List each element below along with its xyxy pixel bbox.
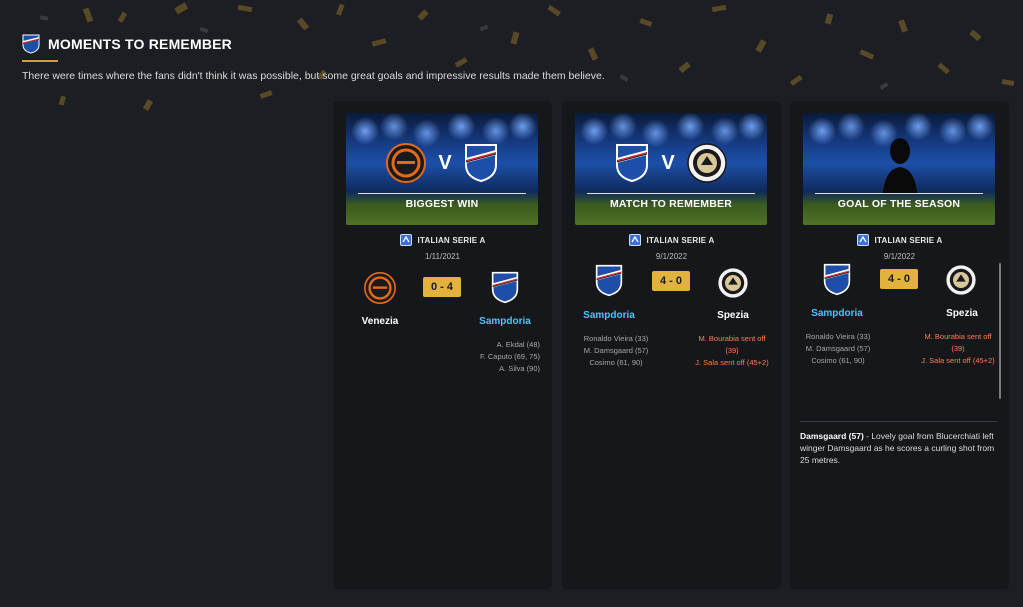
- match-date: 1/11/2021: [425, 252, 460, 261]
- scrollbar[interactable]: [999, 263, 1001, 399]
- competition-name: ITALIAN SERIE A: [417, 235, 486, 245]
- banner-label: BIGGEST WIN: [405, 198, 479, 210]
- away-events: M. Bourabia sent off (39) J. Sala sent o…: [912, 331, 1004, 367]
- venezia-crest-icon: [386, 143, 427, 183]
- title-underline: [22, 60, 58, 62]
- away-team-name[interactable]: Spezia: [693, 310, 773, 321]
- moment-card-match-to-remember[interactable]: V MATCH TO REMEMBER ITALIAN SERIE A 9/1/…: [562, 101, 781, 589]
- player-silhouette-icon: [883, 138, 917, 193]
- versus-label: V: [438, 151, 452, 174]
- serie-a-icon: [856, 234, 869, 246]
- scorer-entry: M. Damsgaard (57): [583, 346, 649, 355]
- moment-card-goal-of-the-season[interactable]: GOAL OF THE SEASON ITALIAN SERIE A 9/1/2…: [790, 101, 1009, 589]
- competition: ITALIAN SERIE A: [562, 234, 781, 246]
- scorer-entry: Ronaldo Vieira (33): [805, 332, 871, 341]
- goal-description: Damsgaard (57) - Lovely goal from Blucer…: [800, 430, 999, 466]
- serie-a-icon: [628, 234, 641, 246]
- serie-a-icon: [399, 234, 412, 246]
- sampdoria-crest-icon: [595, 264, 623, 297]
- sampdoria-crest-icon: [616, 144, 649, 183]
- away-scorers: A. Ekdal (48) F. Caputo (69, 75) A. Silv…: [430, 339, 540, 375]
- score-badge: 4 - 0: [880, 269, 918, 289]
- versus-label: V: [661, 151, 675, 174]
- sampdoria-crest-icon: [823, 263, 851, 296]
- page-subtitle: There were times where the fans didn't t…: [22, 70, 605, 82]
- scorer-entry: Cosimo (61, 90): [811, 356, 865, 365]
- competition: ITALIAN SERIE A: [333, 234, 552, 246]
- sampdoria-crest-icon: [464, 144, 497, 183]
- venezia-crest-icon: [364, 272, 396, 304]
- scorer-entry: A. Ekdal (48): [496, 340, 540, 349]
- moment-card-biggest-win[interactable]: V BIGGEST WIN ITALIAN SERIE A 1/11/2021 …: [333, 101, 552, 589]
- home-team-name[interactable]: Sampdoria: [569, 310, 649, 321]
- page-title: MOMENTS TO REMEMBER: [48, 36, 232, 52]
- home-team-name[interactable]: Venezia: [340, 316, 420, 327]
- score-badge: 4 - 0: [652, 271, 690, 291]
- card-banner: V BIGGEST WIN: [346, 113, 538, 225]
- scorer-entry: A. Silva (90): [499, 364, 540, 373]
- banner-label: MATCH TO REMEMBER: [609, 198, 732, 210]
- sampdoria-crest-icon: [22, 34, 40, 54]
- home-scorers: Ronaldo Vieira (33) M. Damsgaard (57) Co…: [790, 331, 886, 367]
- away-team-name[interactable]: Sampdoria: [465, 316, 545, 327]
- spezia-crest-icon: [945, 264, 977, 296]
- event-entry: (39): [725, 346, 739, 355]
- event-entry: J. Sala sent off (45+2): [921, 356, 995, 365]
- score-badge: 0 - 4: [423, 277, 461, 297]
- goal-scorer: Damsgaard (57): [800, 431, 864, 441]
- match-date: 9/1/2022: [883, 252, 916, 261]
- card-banner: V MATCH TO REMEMBER: [575, 113, 767, 225]
- home-scorers: Ronaldo Vieira (33) M. Damsgaard (57) Co…: [568, 333, 664, 369]
- competition-name: ITALIAN SERIE A: [874, 235, 943, 245]
- card-banner: GOAL OF THE SEASON: [803, 113, 995, 225]
- scorer-entry: M. Damsgaard (57): [805, 344, 871, 353]
- event-entry: J. Sala sent off (45+2): [695, 358, 769, 367]
- match-date: 9/1/2022: [655, 252, 688, 261]
- competition: ITALIAN SERIE A: [790, 234, 1009, 246]
- away-events: M. Bourabia sent off (39) J. Sala sent o…: [686, 333, 778, 369]
- away-team-name[interactable]: Spezia: [922, 308, 1002, 319]
- section-header: MOMENTS TO REMEMBER: [22, 34, 232, 62]
- event-entry: (39): [951, 344, 965, 353]
- banner-label: GOAL OF THE SEASON: [837, 198, 961, 210]
- sampdoria-crest-icon: [491, 271, 519, 304]
- event-entry: M. Bourabia sent off: [698, 334, 766, 343]
- home-team-name[interactable]: Sampdoria: [797, 308, 877, 319]
- scorer-entry: Ronaldo Vieira (33): [583, 334, 649, 343]
- divider: [800, 421, 997, 422]
- scorer-entry: Cosimo (61, 90): [589, 358, 643, 367]
- competition-name: ITALIAN SERIE A: [646, 235, 715, 245]
- scorer-entry: F. Caputo (69, 75): [479, 352, 540, 361]
- spezia-crest-icon: [717, 267, 749, 299]
- event-entry: M. Bourabia sent off: [924, 332, 992, 341]
- spezia-crest-icon: [686, 143, 727, 183]
